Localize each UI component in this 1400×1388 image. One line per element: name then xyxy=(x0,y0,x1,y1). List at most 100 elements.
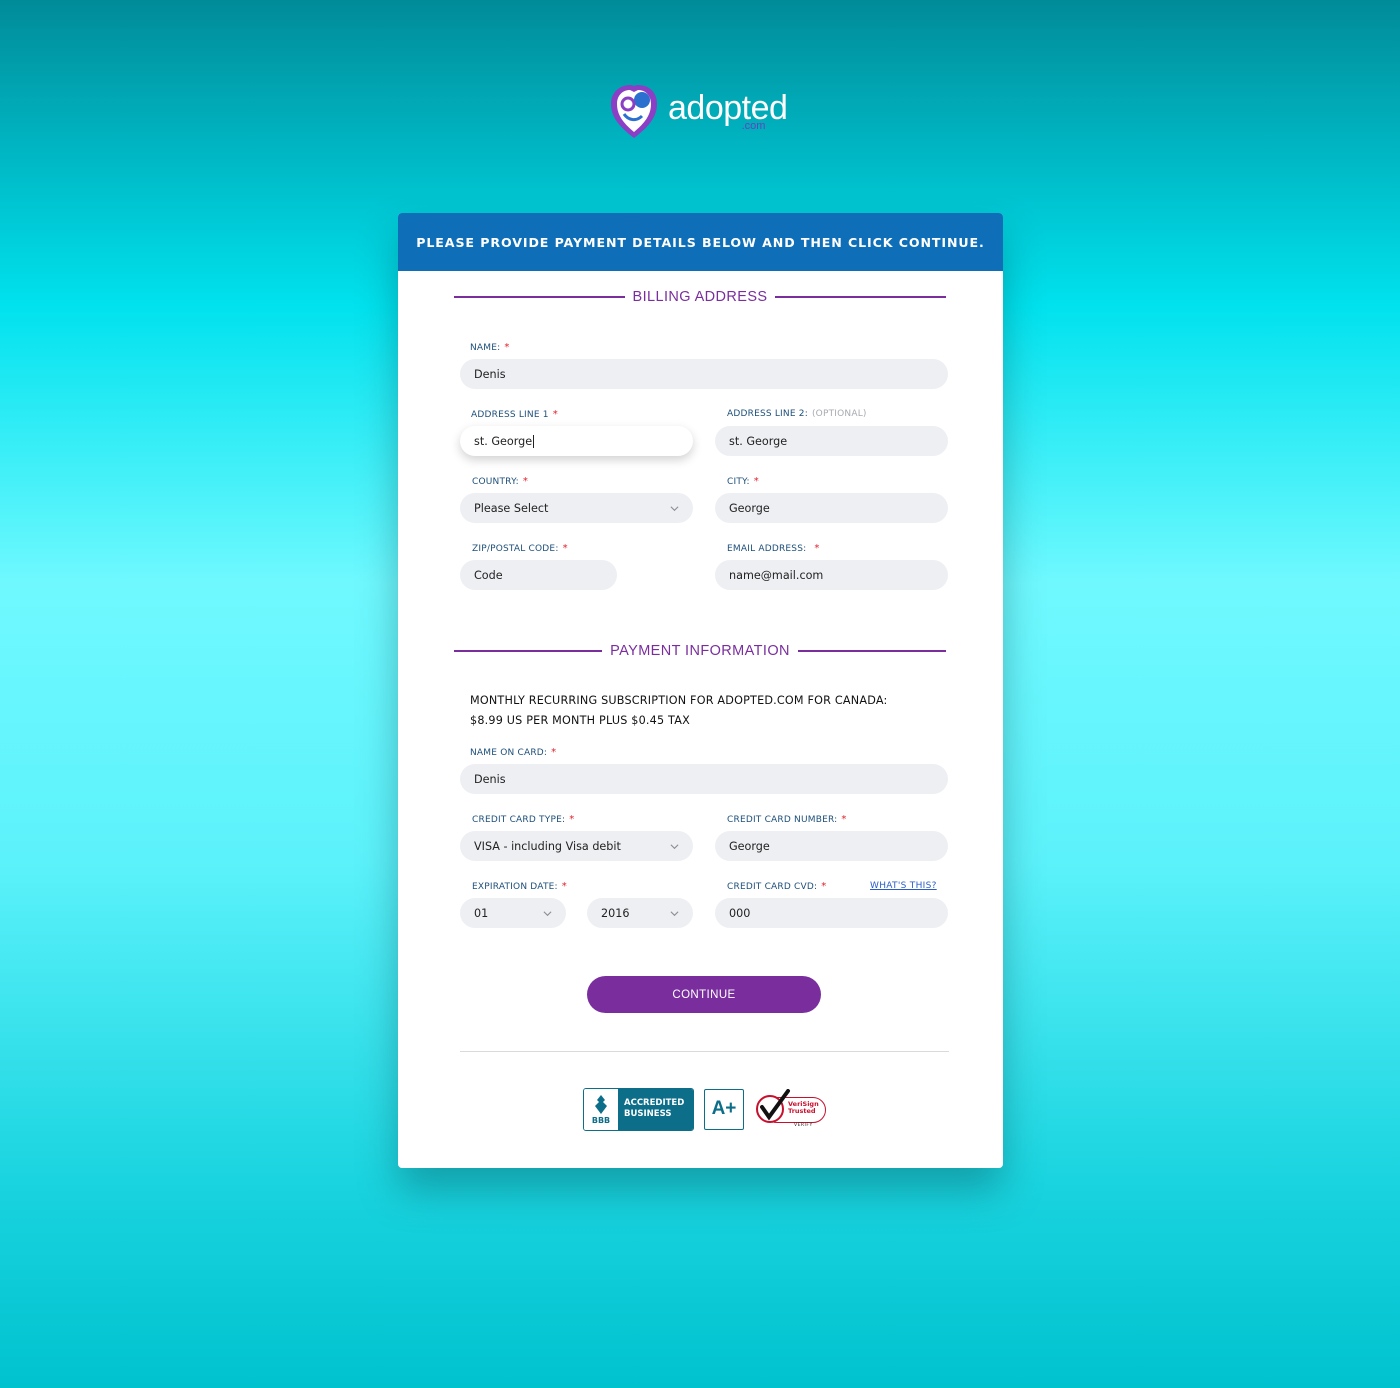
city-label-text: CITY: xyxy=(727,476,750,487)
address2-input-value: st. George xyxy=(729,434,788,448)
exp-month-select[interactable]: 01 xyxy=(460,898,566,928)
rating-badge[interactable]: A+ xyxy=(704,1088,744,1130)
chevron-down-icon xyxy=(670,910,679,916)
city-input[interactable]: George xyxy=(715,493,948,523)
brand-wordmark: adopted .com xyxy=(668,82,788,132)
email-input-value: name@mail.com xyxy=(729,568,824,582)
address1-label-text: ADDRESS LINE 1 xyxy=(471,409,549,420)
billing-title: BILLING ADDRESS xyxy=(632,289,768,305)
country-select-value: Please Select xyxy=(474,501,549,515)
cvd-value: 000 xyxy=(729,906,751,920)
country-select[interactable]: Please Select xyxy=(460,493,693,523)
required-mark: * xyxy=(504,342,510,353)
required-mark: * xyxy=(569,814,575,825)
expiration-label-text: EXPIRATION DATE: xyxy=(472,881,558,892)
email-label-text: EMAIL ADDRESS: xyxy=(727,543,807,554)
continue-button[interactable]: CONTINUE xyxy=(587,976,821,1013)
required-mark: * xyxy=(821,881,827,892)
footer-divider xyxy=(460,1051,949,1052)
cvd-label-text: CREDIT CARD CVD: xyxy=(727,881,818,892)
card-number-value: George xyxy=(729,839,770,853)
bbb-line2: BUSINESS xyxy=(624,1109,672,1119)
trust-badges: BBB ACCREDITED BUSINESS A+ VeriSign Trus… xyxy=(583,1087,828,1131)
bbb-accredited-badge[interactable]: BBB ACCREDITED BUSINESS xyxy=(583,1087,694,1131)
form-header: PLEASE PROVIDE PAYMENT DETAILS BELOW AND… xyxy=(398,213,1003,271)
required-mark: * xyxy=(551,747,557,758)
verisign-badge[interactable]: VeriSign Trusted VERIFY xyxy=(754,1087,828,1131)
address1-input[interactable]: st. George xyxy=(460,426,693,456)
card-number-label: CREDIT CARD NUMBER: * xyxy=(727,814,847,825)
address2-input[interactable]: st. George xyxy=(715,426,948,456)
expiration-label: EXPIRATION DATE: * xyxy=(472,881,567,892)
chevron-down-icon xyxy=(670,843,679,849)
name-label: NAME: * xyxy=(470,342,510,353)
zip-label-text: ZIP/POSTAL CODE: xyxy=(472,543,559,554)
subscription-price: $8.99 US PER MONTH PLUS $0.45 TAX xyxy=(470,714,690,727)
bbb-mark: BBB xyxy=(591,1115,611,1125)
payment-section-title: PAYMENT INFORMATION xyxy=(454,639,947,663)
address2-label-text: ADDRESS LINE 2: xyxy=(727,409,808,419)
exp-year-select[interactable]: 2016 xyxy=(587,898,693,928)
chevron-down-icon xyxy=(670,505,679,511)
zip-input[interactable]: Code xyxy=(460,560,617,590)
name-input[interactable]: Denis xyxy=(460,359,948,389)
card-type-value: VISA - including Visa debit xyxy=(474,839,621,853)
card-number-label-text: CREDIT CARD NUMBER: xyxy=(727,814,838,825)
adopted-logo-icon xyxy=(611,85,657,138)
subscription-description: MONTHLY RECURRING SUBSCRIPTION FOR ADOPT… xyxy=(470,694,888,707)
bbb-torch-icon xyxy=(595,1094,607,1114)
required-mark: * xyxy=(841,814,847,825)
brand-name: adopted xyxy=(668,89,788,127)
bbb-logo: BBB xyxy=(584,1088,618,1130)
address1-input-value: st. George xyxy=(474,434,533,448)
verisign-line2: Trusted xyxy=(788,1107,816,1115)
exp-year-value: 2016 xyxy=(601,906,630,920)
name-on-card-input[interactable]: Denis xyxy=(460,764,948,794)
address2-label: ADDRESS LINE 2: (OPTIONAL) xyxy=(727,409,867,419)
city-input-value: George xyxy=(729,501,770,515)
name-on-card-label: NAME ON CARD: * xyxy=(470,747,556,758)
section-rule-right xyxy=(797,650,947,652)
section-rule-left xyxy=(454,650,603,652)
section-rule-right xyxy=(775,296,946,298)
billing-section-title: BILLING ADDRESS xyxy=(454,285,946,309)
name-label-text: NAME: xyxy=(470,342,501,353)
form-header-title: PLEASE PROVIDE PAYMENT DETAILS BELOW AND… xyxy=(416,234,985,250)
card-type-select[interactable]: VISA - including Visa debit xyxy=(460,831,693,861)
brand-logo: adopted .com xyxy=(608,82,798,142)
cvd-label: CREDIT CARD CVD: * xyxy=(727,881,826,892)
card-type-label: CREDIT CARD TYPE: * xyxy=(472,814,574,825)
section-rule-left xyxy=(454,296,625,298)
verisign-text: VeriSign Trusted xyxy=(788,1101,819,1115)
brand-suffix: .com xyxy=(741,120,766,132)
bbb-text: ACCREDITED BUSINESS xyxy=(618,1088,693,1130)
zip-input-value: Code xyxy=(474,568,503,582)
cvd-input[interactable]: 000 xyxy=(715,898,948,928)
exp-month-value: 01 xyxy=(474,906,489,920)
verisign-verify: VERIFY xyxy=(794,1123,813,1128)
name-on-card-value: Denis xyxy=(474,772,506,786)
country-label-text: COUNTRY: xyxy=(472,476,519,487)
text-caret xyxy=(533,434,535,448)
name-input-value: Denis xyxy=(474,367,506,381)
city-label: CITY: * xyxy=(727,476,759,487)
payment-form-card: PLEASE PROVIDE PAYMENT DETAILS BELOW AND… xyxy=(398,213,1003,1168)
card-number-input[interactable]: George xyxy=(715,831,948,861)
email-label: EMAIL ADDRESS: * xyxy=(727,543,820,554)
address1-label: ADDRESS LINE 1 * xyxy=(471,409,558,420)
cvd-help-link[interactable]: WHAT'S THIS? xyxy=(870,881,937,891)
card-type-label-text: CREDIT CARD TYPE: xyxy=(472,814,566,825)
optional-tag: (OPTIONAL) xyxy=(811,409,867,419)
required-mark: * xyxy=(562,543,568,554)
email-input[interactable]: name@mail.com xyxy=(715,560,948,590)
required-mark: * xyxy=(561,881,567,892)
required-mark: * xyxy=(552,409,558,420)
required-mark: * xyxy=(814,543,820,554)
bbb-line1: ACCREDITED xyxy=(624,1098,685,1108)
zip-label: ZIP/POSTAL CODE: * xyxy=(472,543,568,554)
required-mark: * xyxy=(522,476,529,487)
chevron-down-icon xyxy=(543,910,552,916)
payment-title: PAYMENT INFORMATION xyxy=(610,643,790,659)
country-label: COUNTRY: * xyxy=(472,476,528,487)
name-on-card-label-text: NAME ON CARD: xyxy=(470,747,548,758)
